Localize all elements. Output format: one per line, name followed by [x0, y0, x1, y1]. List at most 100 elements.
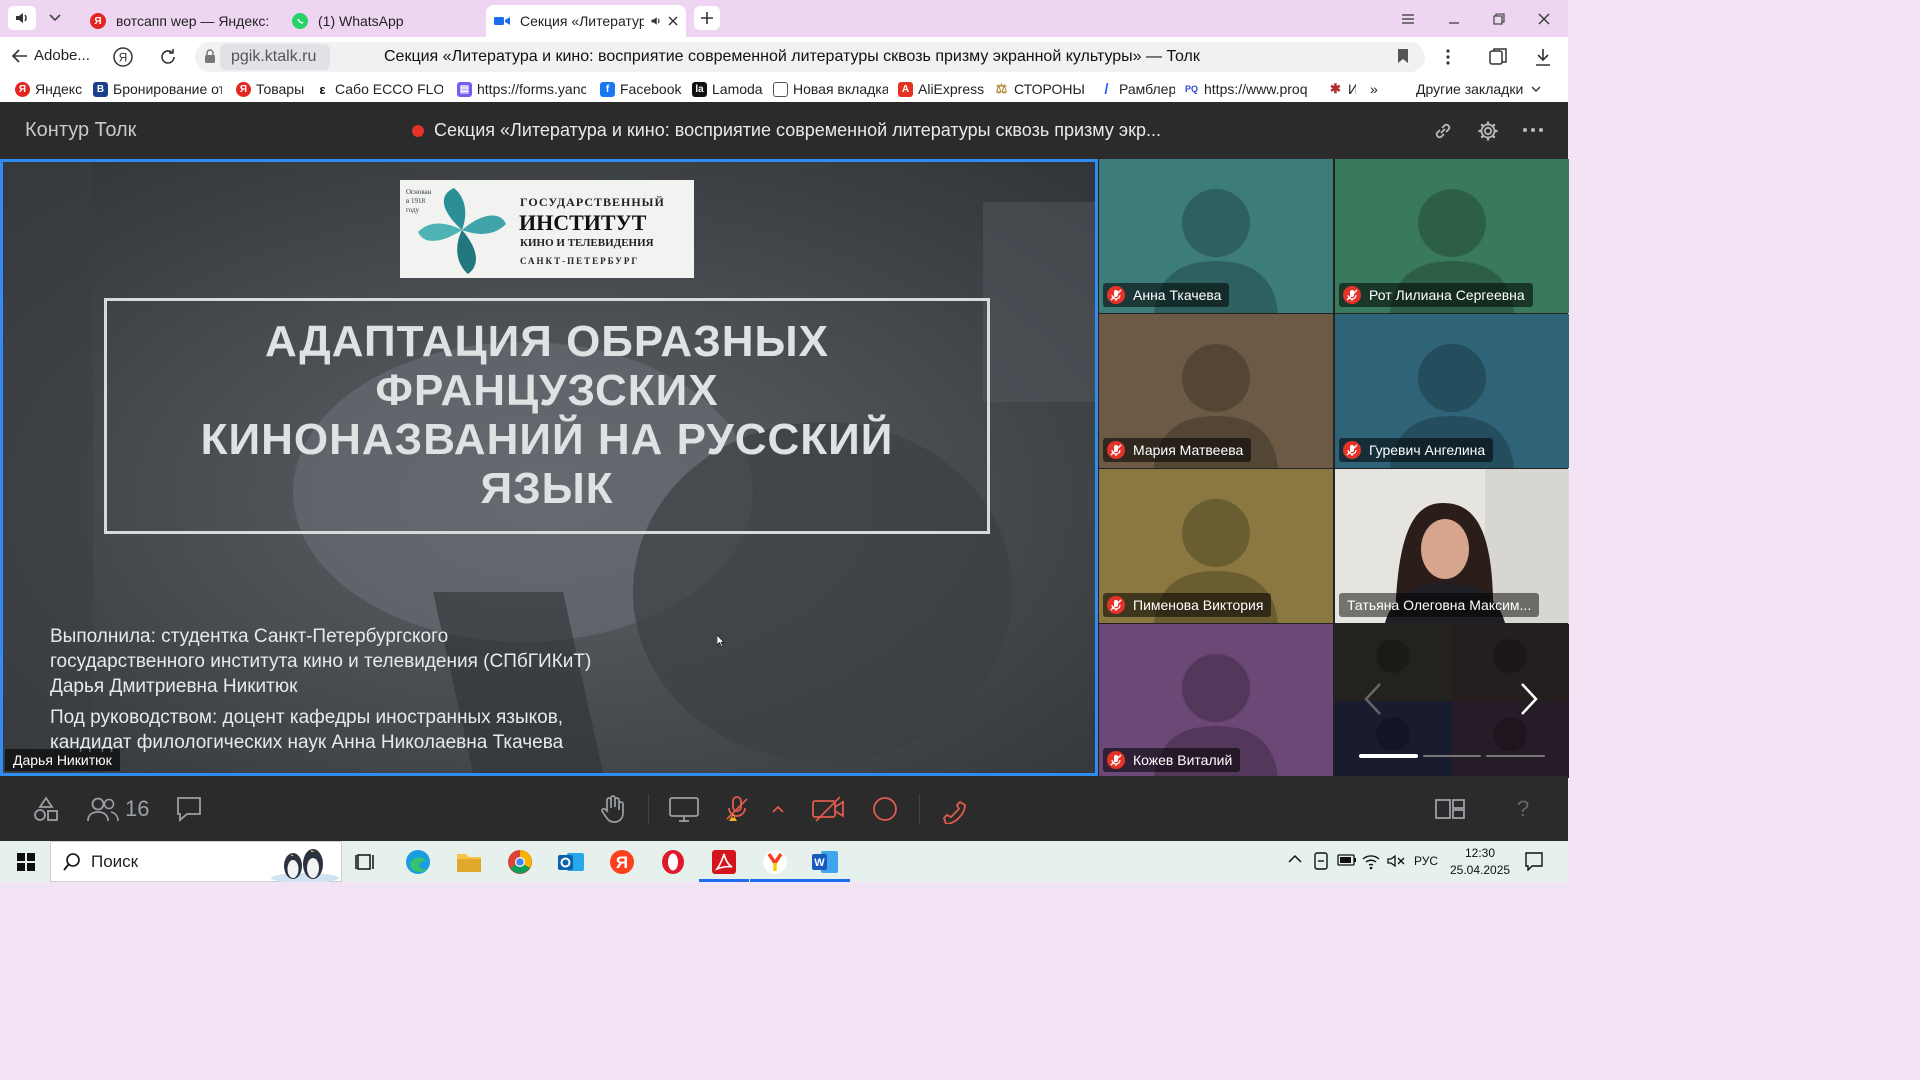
- bookmark-item[interactable]: ✱ И: [1328, 81, 1356, 97]
- yandex-app-icon[interactable]: Я: [602, 845, 642, 879]
- participant-tile[interactable]: Пименова Виктория: [1099, 469, 1333, 623]
- file-explorer-icon[interactable]: [449, 845, 489, 879]
- settings-gear-icon[interactable]: [1477, 120, 1499, 142]
- page-indicator-active[interactable]: [1359, 754, 1418, 758]
- raise-hand-button[interactable]: [598, 792, 628, 826]
- participant-tile[interactable]: Рот Лилиана Сергеевна: [1335, 159, 1569, 313]
- participant-video-tile[interactable]: Татьяна Олеговна Максим...: [1335, 469, 1569, 623]
- domain-chip[interactable]: pgik.ktalk.ru: [220, 44, 330, 70]
- help-button[interactable]: ?: [1517, 792, 1529, 826]
- bookmark-item[interactable]: / Рамблер: [1099, 81, 1175, 97]
- participants-button[interactable]: 16: [87, 792, 149, 826]
- outlook-icon[interactable]: [551, 845, 591, 879]
- bookmark-item[interactable]: B Бронирование от: [93, 81, 222, 97]
- camera-button[interactable]: [810, 792, 846, 826]
- bookmark-icon[interactable]: [1397, 48, 1409, 64]
- bookmark-item[interactable]: A AliExpress: [898, 81, 986, 97]
- chevron-down-icon: [1531, 86, 1541, 92]
- audio-playing-icon[interactable]: [8, 6, 36, 30]
- back-button[interactable]: Adobe...: [12, 47, 90, 64]
- system-clock[interactable]: 12:30 25.04.2025: [1450, 845, 1510, 879]
- bookmark-item[interactable]: la Lamoda: [692, 81, 764, 97]
- bookmark-item[interactable]: ▤ https://forms.yanc: [457, 81, 586, 97]
- mic-button[interactable]: [722, 792, 752, 826]
- tab-close-icon[interactable]: [668, 16, 678, 26]
- input-language[interactable]: РУС: [1414, 854, 1438, 868]
- download-icon[interactable]: [1533, 47, 1553, 67]
- participant-name-tag: Гуревич Ангелина: [1339, 438, 1494, 462]
- record-button[interactable]: [870, 792, 900, 826]
- slide-title: АДАПТАЦИЯ ОБРАЗНЫХ ФРАНЦУЗСКИХ КИНОНАЗВА…: [200, 317, 894, 513]
- bookmark-item[interactable]: Я Яндекс: [15, 81, 85, 97]
- plus-icon: [701, 12, 713, 24]
- menu-icon[interactable]: [1396, 8, 1420, 30]
- tab-list-chevron-icon[interactable]: [44, 8, 66, 28]
- tab-audio-icon[interactable]: [650, 15, 662, 27]
- participant-name-tag: Пименова Виктория: [1103, 593, 1272, 617]
- mouse-cursor-icon: [717, 635, 725, 647]
- taskbar-search-box[interactable]: Поиск: [50, 841, 342, 882]
- booking-icon: B: [93, 81, 108, 97]
- battery-icon[interactable]: [1337, 853, 1357, 867]
- tab-yandex-search[interactable]: Я вотсапп wep — Яндекс: на: [82, 5, 282, 37]
- participant-tile[interactable]: Кожев Виталий: [1099, 624, 1333, 778]
- prev-page-chevron-icon[interactable]: [1363, 682, 1383, 716]
- maple-icon: ✱: [1328, 81, 1343, 97]
- layout-button[interactable]: [1434, 792, 1466, 826]
- task-view-icon[interactable]: [346, 845, 386, 879]
- leave-call-button[interactable]: [938, 792, 970, 826]
- apps-shapes-button[interactable]: [32, 792, 60, 826]
- bookmark-item[interactable]: PQ https://www.proq: [1184, 81, 1314, 97]
- more-vertical-icon[interactable]: [1440, 48, 1456, 66]
- bookmark-item[interactable]: f Facebook: [600, 81, 682, 97]
- minimize-icon[interactable]: [1442, 8, 1466, 30]
- yandex-icon: Я: [236, 81, 251, 97]
- page-indicator[interactable]: [1423, 755, 1481, 757]
- word-icon[interactable]: W: [805, 845, 845, 879]
- new-tab-button[interactable]: [694, 6, 720, 30]
- tablet-sync-icon[interactable]: [1312, 852, 1330, 870]
- next-page-chevron-icon[interactable]: [1519, 682, 1539, 716]
- lock-icon[interactable]: [204, 49, 216, 64]
- chrome-icon[interactable]: [500, 845, 540, 879]
- participant-tile[interactable]: Гуревич Ангелина: [1335, 314, 1569, 468]
- bookmark-item[interactable]: Новая вкладка: [773, 81, 888, 97]
- bookmark-item[interactable]: εСабо ECCO FLOW: [315, 81, 443, 97]
- mic-options-caret[interactable]: [771, 792, 785, 826]
- show-hidden-icons-chevron[interactable]: [1287, 854, 1303, 864]
- chevron-up-icon: [772, 805, 784, 813]
- toolbar-divider: [919, 794, 920, 824]
- back-arrow-icon: [12, 48, 27, 63]
- more-participants-tile[interactable]: [1335, 624, 1569, 778]
- acrobat-reader-icon[interactable]: [704, 845, 744, 879]
- bookmark-item[interactable]: ⚖ СТОРОНЫ: [994, 81, 1084, 97]
- other-bookmarks[interactable]: Другие закладки: [1416, 81, 1541, 97]
- screen-share-button[interactable]: [668, 792, 700, 826]
- wifi-icon[interactable]: [1362, 852, 1380, 870]
- windows-start-icon[interactable]: [6, 845, 46, 879]
- lamoda-icon: la: [692, 81, 707, 97]
- tab-whatsapp[interactable]: (1) WhatsApp: [284, 5, 484, 37]
- link-icon[interactable]: [1432, 120, 1454, 142]
- collections-icon[interactable]: [1488, 47, 1508, 67]
- close-window-icon[interactable]: [1532, 8, 1556, 30]
- more-horizontal-icon[interactable]: [1522, 127, 1544, 133]
- yandex-browser-icon[interactable]: [755, 845, 795, 879]
- url-field[interactable]: pgik.ktalk.ru Секция «Литература и кино:…: [195, 42, 1425, 72]
- notifications-icon[interactable]: [1524, 851, 1544, 871]
- chat-button[interactable]: [174, 792, 204, 826]
- volume-muted-icon[interactable]: [1386, 852, 1406, 870]
- participant-tile[interactable]: Анна Ткачева: [1099, 159, 1333, 313]
- opera-icon[interactable]: [653, 845, 693, 879]
- participant-tile[interactable]: Мария Матвеева: [1099, 314, 1333, 468]
- restore-icon[interactable]: [1487, 8, 1511, 30]
- page-indicator[interactable]: [1486, 755, 1545, 757]
- aliexpress-icon: A: [898, 81, 913, 97]
- bookmark-item[interactable]: Я Товары: [236, 81, 306, 97]
- tab-talk-active[interactable]: Секция «Литератур: [486, 5, 686, 37]
- edge-browser-icon[interactable]: [398, 845, 438, 879]
- reload-icon[interactable]: [158, 47, 178, 67]
- bookmarks-more[interactable]: »: [1370, 81, 1378, 97]
- yandex-protect-icon[interactable]: Я: [112, 46, 134, 68]
- mic-off-icon: [1107, 751, 1125, 769]
